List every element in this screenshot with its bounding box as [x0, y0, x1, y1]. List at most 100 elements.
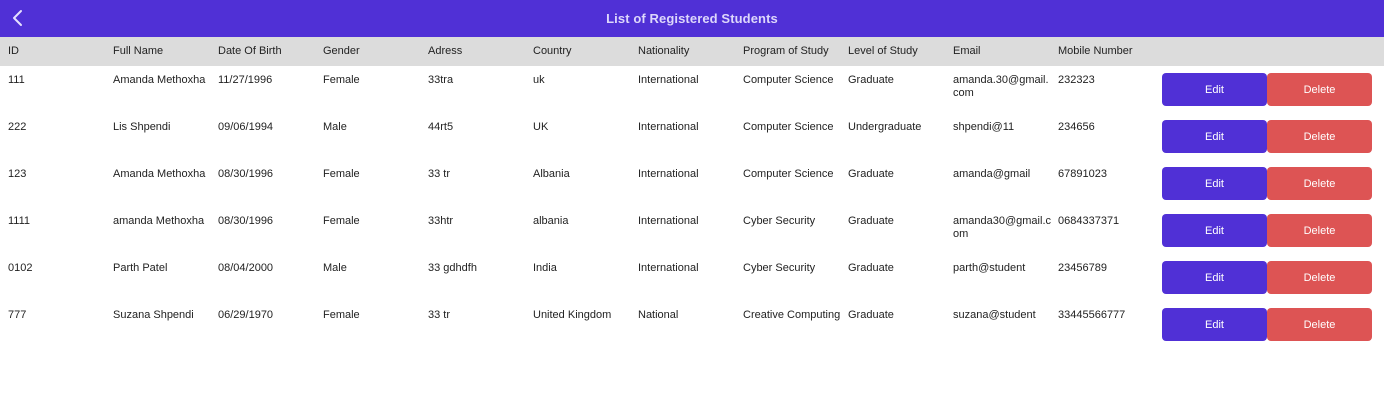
cell-gender: Female	[323, 215, 360, 227]
cell-address: 44rt5	[428, 121, 454, 133]
cell-program-of-study: Computer Science	[743, 74, 834, 86]
cell-level-of-study: Graduate	[848, 215, 894, 227]
cell-program-of-study: Creative Computing	[743, 309, 841, 321]
cell-date-of-birth: 08/04/2000	[218, 262, 274, 274]
cell-full-name: Amanda Methoxha	[113, 168, 206, 180]
cell-gender: Male	[323, 262, 347, 274]
edit-button[interactable]: Edit	[1162, 167, 1267, 200]
table-header: ID Full Name Date Of Birth Gender Adress Coun…	[0, 37, 1384, 66]
cell-full-name: Parth Patel	[113, 262, 168, 274]
chevron-left-icon	[13, 10, 22, 26]
cell-date-of-birth: 08/30/1996	[218, 168, 274, 180]
cell-full-name: Amanda Methoxha	[113, 74, 206, 86]
cell-country: UK	[533, 121, 549, 133]
table-row: 1111 amanda Methoxha 08/30/1996 Female 33htr…	[0, 207, 1384, 254]
cell-program-of-study: Cyber Security	[743, 262, 816, 274]
cell-gender: Female	[323, 74, 360, 86]
cell-mobile-number: 0684337371	[1058, 215, 1120, 227]
cell-date-of-birth: 08/30/1996	[218, 215, 274, 227]
cell-level-of-study: Undergraduate	[848, 121, 922, 133]
table-row: 222 Lis Shpendi 09/06/1994 Male 44rt5 UK Inter…	[0, 113, 1384, 160]
cell-id: 777	[8, 309, 27, 321]
column-header-email: Email	[953, 45, 981, 57]
column-header-address: Adress	[428, 45, 463, 57]
cell-country: uk	[533, 74, 545, 86]
edit-button[interactable]: Edit	[1162, 261, 1267, 294]
back-button[interactable]	[6, 6, 30, 30]
cell-email: suzana@student	[953, 309, 1036, 321]
cell-nationality: International	[638, 215, 699, 227]
cell-mobile-number: 33445566777	[1058, 309, 1126, 321]
column-header-program-of-study: Program of Study	[743, 45, 829, 57]
cell-gender: Male	[323, 121, 347, 133]
edit-button[interactable]: Edit	[1162, 308, 1267, 341]
table-row: 777 Suzana Shpendi 06/29/1970 Female 33 tr Un…	[0, 301, 1384, 348]
cell-gender: Female	[323, 309, 360, 321]
cell-id: 111	[8, 74, 25, 86]
cell-email: shpendi@11	[953, 121, 1015, 133]
cell-country: United Kingdom	[533, 309, 612, 321]
cell-mobile-number: 67891023	[1058, 168, 1107, 180]
cell-full-name: amanda Methoxha	[113, 215, 205, 227]
cell-nationality: National	[638, 309, 679, 321]
edit-button[interactable]: Edit	[1162, 120, 1267, 153]
cell-country: albania	[533, 215, 569, 227]
cell-program-of-study: Computer Science	[743, 121, 834, 133]
cell-address: 33tra	[428, 74, 454, 86]
cell-mobile-number: 234656	[1058, 121, 1095, 133]
cell-full-name: Suzana Shpendi	[113, 309, 194, 321]
delete-button[interactable]: Delete	[1267, 261, 1372, 294]
cell-id: 1111	[8, 215, 31, 227]
delete-button[interactable]: Delete	[1267, 73, 1372, 106]
table-row: 123 Amanda Methoxha 08/30/1996 Female 33 tr A…	[0, 160, 1384, 207]
cell-email: amanda.30@gmail.com	[953, 74, 1049, 99]
table-row: 111 Amanda Methoxha 11/27/1996 Female 33tra u…	[0, 66, 1384, 113]
column-header-country: Country	[533, 45, 572, 57]
column-header-gender: Gender	[323, 45, 360, 57]
edit-button[interactable]: Edit	[1162, 214, 1267, 247]
cell-address: 33 gdhdfh	[428, 262, 477, 274]
cell-country: India	[533, 262, 557, 274]
cell-level-of-study: Graduate	[848, 74, 894, 86]
cell-date-of-birth: 11/27/1996	[218, 74, 273, 86]
page-title: List of Registered Students	[606, 11, 778, 26]
cell-id: 222	[8, 121, 27, 133]
column-header-date-of-birth: Date Of Birth	[218, 45, 282, 57]
cell-email: amanda@gmail	[953, 168, 1031, 180]
cell-date-of-birth: 09/06/1994	[218, 121, 274, 133]
cell-mobile-number: 23456789	[1058, 262, 1107, 274]
cell-nationality: International	[638, 262, 699, 274]
cell-gender: Female	[323, 168, 360, 180]
cell-level-of-study: Graduate	[848, 168, 894, 180]
delete-button[interactable]: Delete	[1267, 308, 1372, 341]
column-header-level-of-study: Level of Study	[848, 45, 918, 57]
cell-nationality: International	[638, 121, 699, 133]
cell-address: 33htr	[428, 215, 454, 227]
cell-program-of-study: Cyber Security	[743, 215, 816, 227]
cell-program-of-study: Computer Science	[743, 168, 834, 180]
title-bar: List of Registered Students	[0, 0, 1384, 37]
delete-button[interactable]: Delete	[1267, 167, 1372, 200]
column-header-id: ID	[8, 45, 19, 57]
cell-address: 33 tr	[428, 309, 451, 321]
cell-date-of-birth: 06/29/1970	[218, 309, 274, 321]
column-header-mobile-number: Mobile Number	[1058, 45, 1133, 57]
table-row: 0102 Parth Patel 08/04/2000 Male 33 gdhdfh In…	[0, 254, 1384, 301]
cell-country: Albania	[533, 168, 570, 180]
delete-button[interactable]: Delete	[1267, 120, 1372, 153]
cell-mobile-number: 232323	[1058, 74, 1095, 86]
cell-nationality: International	[638, 168, 699, 180]
column-header-full-name: Full Name	[113, 45, 164, 57]
cell-id: 0102	[8, 262, 33, 274]
delete-button[interactable]: Delete	[1267, 214, 1372, 247]
column-header-nationality: Nationality	[638, 45, 690, 57]
edit-button[interactable]: Edit	[1162, 73, 1267, 106]
cell-level-of-study: Graduate	[848, 309, 894, 321]
cell-id: 123	[8, 168, 27, 180]
cell-email: amanda30@gmail.com	[953, 215, 1051, 240]
cell-full-name: Lis Shpendi	[113, 121, 171, 133]
cell-nationality: International	[638, 74, 699, 86]
cell-email: parth@student	[953, 262, 1026, 274]
cell-address: 33 tr	[428, 168, 451, 180]
cell-level-of-study: Graduate	[848, 262, 894, 274]
